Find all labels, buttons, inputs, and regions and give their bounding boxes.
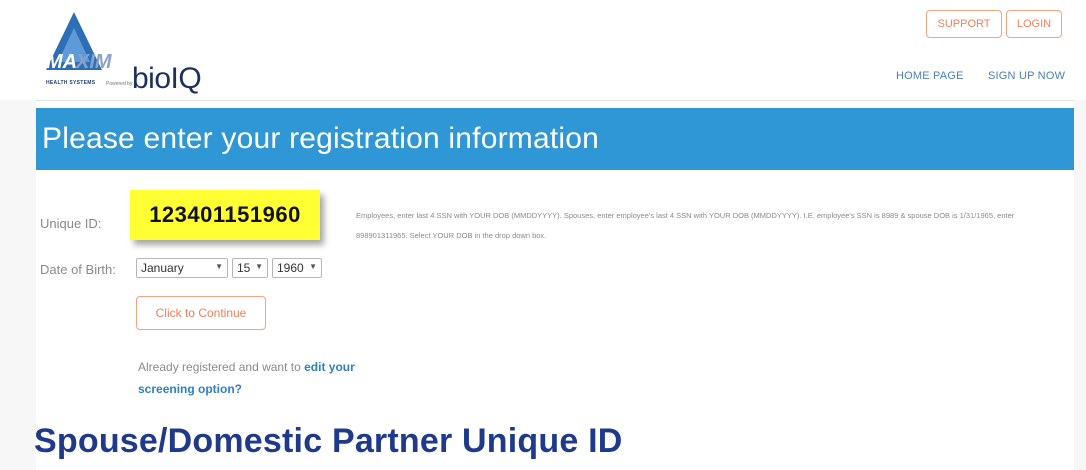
logo-tagline: HEALTH SYSTEMS (46, 80, 96, 86)
svg-text:XIM: XIM (75, 51, 113, 73)
dob-year-select[interactable]: 1960 ▼ (272, 258, 322, 278)
dob-day-select[interactable]: 15 ▼ (232, 258, 268, 278)
page-margin-left (0, 100, 36, 470)
already-registered-prefix: Already registered and want to (138, 360, 305, 374)
maxim-triangle-icon: MA XIM (46, 12, 113, 73)
page-title: Please enter your registration informati… (42, 122, 600, 155)
chevron-down-icon: ▼ (255, 262, 263, 271)
logo-powered-by: Powered by (106, 81, 133, 87)
page-margin-right (1074, 100, 1086, 470)
unique-id-input[interactable]: 123401151960 (130, 190, 320, 240)
site-header: MA XIM HEALTH SYSTEMS Powered by bioIQ S… (0, 0, 1086, 101)
already-registered-text: Already registered and want to edit your… (138, 356, 368, 400)
nav-sign-up-now[interactable]: SIGN UP NOW (988, 70, 1065, 82)
dob-month-value: January (141, 261, 184, 275)
maxim-bioiq-logo[interactable]: MA XIM HEALTH SYSTEMS Powered by bioIQ (44, 10, 234, 95)
slide-caption: Spouse/Domestic Partner Unique ID (34, 422, 623, 460)
continue-button[interactable]: Click to Continue (136, 296, 266, 330)
unique-id-label: Unique ID: (40, 216, 102, 231)
bioiq-wordmark: bioIQ (132, 62, 202, 95)
chevron-down-icon: ▼ (215, 262, 223, 271)
login-button[interactable]: LOGIN (1006, 10, 1062, 38)
dob-month-select[interactable]: January ▼ (136, 258, 228, 278)
support-button[interactable]: SUPPORT (926, 10, 1002, 38)
svg-text:MA: MA (46, 51, 77, 73)
dob-year-value: 1960 (277, 261, 304, 275)
registration-title-bar: Please enter your registration informati… (36, 108, 1074, 170)
chevron-down-icon: ▼ (309, 262, 317, 271)
dob-label: Date of Birth: (40, 262, 116, 277)
nav-home-page[interactable]: HOME PAGE (896, 70, 964, 82)
dob-day-value: 15 (237, 261, 251, 275)
unique-id-help-text: Employees, enter last 4 SSN with YOUR DO… (356, 211, 1015, 240)
